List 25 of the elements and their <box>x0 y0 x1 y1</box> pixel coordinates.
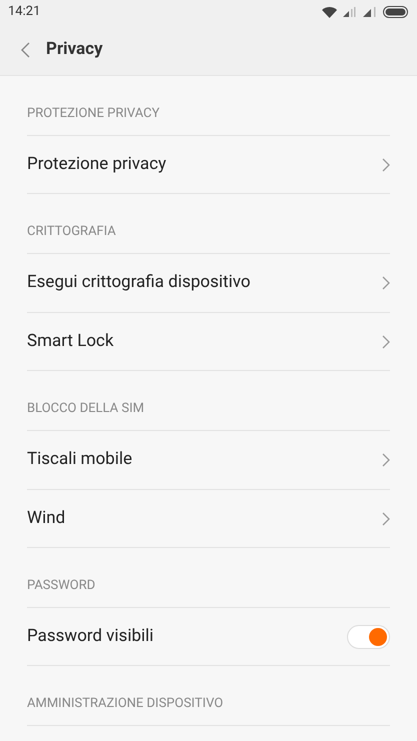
chevron-right-icon <box>382 334 390 348</box>
signal-icon <box>363 7 377 17</box>
chevron-right-icon <box>382 276 390 290</box>
battery-icon <box>383 6 409 18</box>
section-header: AMMINISTRAZIONE DISPOSITIVO <box>27 694 224 712</box>
setting-label[interactable]: Tiscali mobile <box>27 447 132 473</box>
setting-label[interactable]: Esegui crittografia dispositivo <box>27 270 250 296</box>
back-button[interactable] <box>19 40 31 58</box>
setting-label[interactable]: Protezione privacy <box>27 152 166 178</box>
setting-label[interactable]: Password visibili <box>27 624 154 650</box>
page-title: Privacy <box>46 38 103 61</box>
setting-label[interactable]: Wind <box>27 506 66 532</box>
section-header: BLOCCO DELLA SIM <box>27 400 144 418</box>
chevron-right-icon <box>382 512 390 526</box>
back-icon <box>20 42 30 58</box>
section-header: CRITTOGRAFIA <box>27 222 116 240</box>
chevron-right-icon <box>382 158 390 172</box>
setting-label[interactable]: Smart Lock <box>27 328 114 354</box>
section-header: PROTEZIONE PRIVACY <box>27 104 160 122</box>
status-time: 14:21 <box>8 3 40 22</box>
section-header: PASSWORD <box>27 576 96 594</box>
chevron-right-icon <box>382 453 390 467</box>
wifi-icon <box>322 6 337 18</box>
signal-icon <box>343 7 357 17</box>
toggle-switch[interactable] <box>347 624 390 648</box>
